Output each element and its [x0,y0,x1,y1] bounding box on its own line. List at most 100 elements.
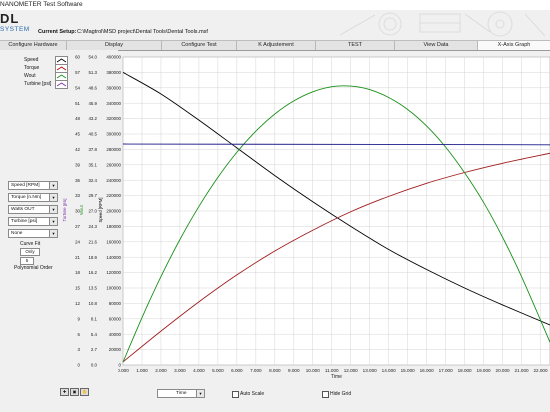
y-tick-label: 220000 [106,193,121,198]
y-tick-label: 0.0 [91,363,98,368]
y-axis-label: Turbine [psi] [63,199,67,222]
x-tick-label: 22.000 [533,368,547,373]
y-tick-label: 48.6 [88,85,97,90]
current-setup-path: C:\Magtrol\MSD project\Dental Tools\Dent… [77,29,208,35]
auto-scale-checkbox[interactable] [232,391,239,398]
chevron-down-icon: ▾ [196,390,204,397]
y-tick-label: 32.4 [88,178,97,183]
x-axis-label: Time [331,374,342,380]
chevron-down-icon: ▾ [49,182,57,189]
y-tick-label: 45 [75,132,80,137]
y-tick-label: 45.9 [88,101,97,106]
y-tick-label: 60 [75,55,80,60]
tab-test[interactable]: TEST [316,41,395,50]
x-tick-label: 6.000 [231,368,243,373]
y-tick-label: 200000 [106,209,121,214]
y-tick-label: 43.2 [88,116,97,121]
x-axis-select[interactable]: Time ▾ [157,389,205,398]
y-tick-label: 360000 [106,85,121,90]
axis-select-5-value: None [11,231,23,236]
axis-select-5[interactable]: None ▾ [8,229,58,238]
legend-label-torque: Torque [24,65,40,71]
hide-grid-checkbox[interactable] [322,391,329,398]
current-setup-label: Current Setup: [38,29,77,35]
axis-select-4-value: Turbine [psi] [11,219,38,224]
y-tick-label: 280000 [106,147,121,152]
axis-select-3[interactable]: Watts OUT ▾ [8,205,58,214]
y-tick-label: 48 [75,116,80,121]
y-tick-label: 40000 [109,332,122,337]
y-tick-label: 15 [75,286,80,291]
x-tick-label: 11.000 [325,368,339,373]
x-tick-label: 14.000 [382,368,396,373]
y-tick-label: 6 [78,332,81,337]
y-tick-label: 100000 [106,286,121,291]
y-tick-label: 2.7 [91,347,98,352]
axis-select-4[interactable]: Turbine [psi] ▾ [8,217,58,226]
y-axis-label: Speed [RPM] [98,198,103,223]
y-tick-label: 8.1 [91,316,98,321]
y-tick-label: 400000 [106,55,121,60]
x-tick-label: 9.000 [288,368,300,373]
plus-icon[interactable]: ✚ [60,388,69,396]
y-tick-label: 340000 [106,101,121,106]
chevron-down-icon: ▾ [49,218,57,225]
x-tick-label: 7.000 [250,368,262,373]
window-title: NANOMETER Test Software [0,1,83,8]
zoom-icon[interactable]: ▣ [70,388,79,396]
y-tick-label: 39 [75,162,80,167]
x-tick-label: 10.000 [306,368,320,373]
x-tick-label: 15.000 [401,368,415,373]
y-tick-label: 36 [75,178,80,183]
y-tick-label: 27 [75,224,80,229]
tab-k-adjustement[interactable]: K Adjustement [237,41,316,50]
hand-icon[interactable]: ✋ [80,388,89,396]
chevron-down-icon: ▾ [49,206,57,213]
x-tick-label: 18.000 [458,368,472,373]
x-tick-label: 8.000 [269,368,281,373]
y-tick-label: 13.5 [88,286,97,291]
y-tick-label: 29.7 [88,193,97,198]
curve-fit-mode-select[interactable]: Only [20,248,40,256]
y-tick-label: 18 [75,270,80,275]
y-tick-label: 42 [75,147,80,152]
x-tick-label: 19.000 [477,368,491,373]
tab-configure-hardware[interactable]: Configure Hardware [0,41,67,50]
y-tick-label: 10.8 [88,301,97,306]
legend-label-wout: Wout [24,73,36,79]
y-tick-label: 160000 [106,239,121,244]
y-tick-label: 120000 [106,270,121,275]
legend-label-speed: Speed [24,57,39,63]
y-tick-label: 24.3 [88,224,97,229]
axis-select-1-value: Speed [RPM] [11,183,40,188]
tab-display[interactable]: Display [67,41,162,50]
axis-select-2[interactable]: Torque [n.Nm] ▾ [8,193,58,202]
y-tick-label: 54 [75,85,80,90]
tab-x-axis-graph[interactable]: X-Axis Graph [478,41,550,50]
y-tick-label: 51.3 [88,70,97,75]
y-tick-label: 18.9 [88,255,97,260]
x-tick-label: 12.000 [344,368,358,373]
y-tick-label: 180000 [106,224,121,229]
y-tick-label: 0 [78,363,81,368]
y-tick-label: 51 [75,101,80,106]
y-tick-label: 16.2 [88,270,97,275]
y-tick-label: 240000 [106,178,121,183]
axis-select-1[interactable]: Speed [RPM] ▾ [8,181,58,190]
hide-grid-label: Hide Grid [330,391,352,397]
x-tick-label: 4.000 [193,368,205,373]
x-tick-label: 2.000 [155,368,167,373]
y-tick-label: 0 [119,363,122,368]
axis-select-2-value: Torque [n.Nm] [11,195,42,200]
bottom-toolbar: ✚ ▣ ✋ Time ▾ Auto Scale Hide Grid [0,386,550,412]
y-tick-label: 20000 [109,347,122,352]
x-tick-label: 17.000 [439,368,453,373]
y-tick-label: 21 [75,255,80,260]
company-logo-subtitle: SYSTEM [0,26,30,33]
x-axis-select-value: Time [176,391,187,396]
polynomial-order-input[interactable]: 5 [20,257,34,265]
tab-view-data[interactable]: View Data [395,41,478,50]
x-tick-label: 20.000 [496,368,510,373]
tab-configure-test[interactable]: Configure Test [162,41,237,50]
y-tick-label: 54.0 [88,55,97,60]
